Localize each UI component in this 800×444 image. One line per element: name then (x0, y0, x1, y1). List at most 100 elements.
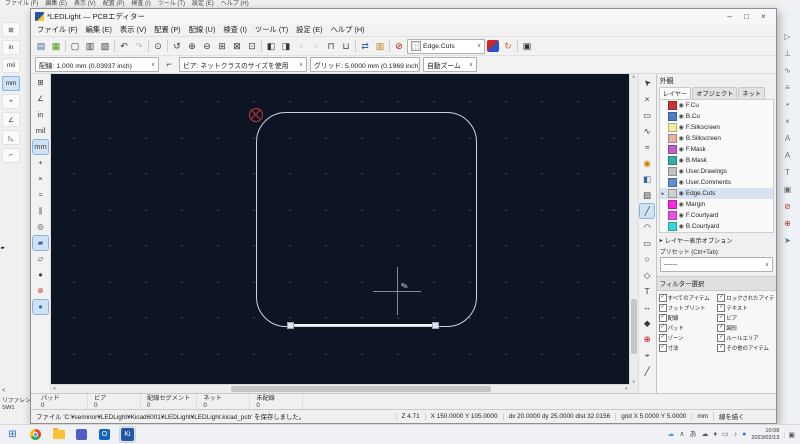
route-tracks-icon[interactable]: ∿ (640, 124, 654, 138)
layer-visibility-icon[interactable]: ◉ (679, 223, 684, 230)
refresh-icon[interactable]: ↺ (170, 39, 184, 53)
layer-visibility-icon[interactable]: ◉ (679, 212, 684, 219)
menu-item[interactable]: ヘルプ (H) (327, 25, 369, 35)
grid-origin-icon[interactable]: ⌖ (640, 348, 654, 362)
layer-row[interactable]: ▸ ◉ B.Mask (660, 155, 773, 166)
filter-checkbox-item[interactable]: ✓ 寸法 (659, 343, 716, 352)
undo-icon[interactable]: ↶ (117, 39, 131, 53)
full-crosshair-icon[interactable]: + (33, 156, 48, 170)
layer-color-swatch[interactable] (668, 178, 677, 187)
back-units-mm-icon[interactable]: mm (2, 76, 20, 91)
layer-visibility-icon[interactable]: ◉ (679, 113, 684, 120)
background-menu-item[interactable]: 表示 (V) (71, 0, 99, 8)
layer-color-swatch[interactable] (668, 112, 677, 121)
schematic-opamp-icon[interactable]: ▷ (784, 32, 790, 41)
schematic-image-icon[interactable]: ▣ (784, 185, 792, 194)
layer-row[interactable]: ▸ ◉ B.Silkscreen (660, 133, 773, 144)
layer-display-options[interactable]: ▸ レイヤー表示オプション (657, 233, 776, 246)
back-angle-icon[interactable]: ∠ (2, 112, 20, 127)
zoom-fit-page-icon[interactable]: ⊞ (215, 39, 229, 53)
via-outline-icon[interactable]: ◎ (33, 220, 48, 234)
layer-color-swatch[interactable] (668, 123, 677, 132)
menu-item[interactable]: 配置 (P) (150, 25, 184, 35)
background-menu-item[interactable]: 配置 (P) (100, 0, 128, 8)
mic-icon[interactable]: ♦ (713, 431, 717, 438)
add-footprint-icon[interactable]: ◧ (640, 172, 654, 186)
back-grid-icon[interactable]: ⊞ (2, 22, 20, 37)
ratsnest-visibility-icon[interactable]: × (33, 172, 48, 186)
menu-item[interactable]: 設定 (E) (292, 25, 326, 35)
measure-tool-icon[interactable]: ╱ (640, 364, 654, 378)
page-settings-icon[interactable]: ▢ (68, 39, 82, 53)
layer-visibility-icon[interactable]: ◉ (679, 102, 684, 109)
add-zone-icon[interactable]: ▨ (640, 188, 654, 202)
layer-visibility-icon[interactable]: ◉ (679, 157, 684, 164)
plot-icon[interactable]: ▧ (98, 39, 112, 53)
tune-length-icon[interactable]: ≈ (640, 140, 654, 154)
background-menu-item[interactable]: 編集 (E) (42, 0, 70, 8)
filter-checkbox-item[interactable]: ✓ 配線 (659, 313, 716, 322)
back-triangle-icon[interactable]: ◺ (2, 130, 20, 145)
layer-color-swatch[interactable] (668, 211, 677, 220)
checkbox-icon[interactable]: ✓ (659, 314, 667, 322)
schematic-hierlabel-icon[interactable]: A (785, 151, 790, 160)
footprint-filter-icon[interactable]: ▭ (640, 108, 654, 122)
local-ratsnest-icon[interactable]: × (640, 92, 654, 106)
pad-outline-icon[interactable]: ● (33, 268, 48, 282)
hide-inactive-layers-icon[interactable]: ⊘ (392, 39, 406, 53)
layer-color-swatch[interactable] (668, 156, 677, 165)
layer-row[interactable]: ▸ ◉ F.Cu (660, 100, 773, 111)
filter-checkbox-item[interactable]: ✓ 図形 (717, 323, 774, 332)
weather-icon[interactable]: ☁ (667, 431, 674, 438)
layer-color-swatch[interactable] (668, 189, 677, 198)
minimize-button[interactable]: – (721, 9, 738, 24)
checkbox-icon[interactable]: ✓ (717, 334, 725, 342)
start-button[interactable]: ⊞ (5, 427, 20, 442)
layer-row[interactable]: ▸ ◉ F.Silkscreen (660, 122, 773, 133)
background-menu-item[interactable]: ヘルプ (H) (218, 0, 252, 8)
schematic-bus-icon[interactable]: ≡ (785, 83, 790, 92)
draw-polygon-icon[interactable]: ◇ (640, 268, 654, 282)
background-scroll-left-arrow[interactable]: < (2, 388, 6, 394)
chrome-icon[interactable] (28, 427, 43, 442)
track-posture-icon[interactable]: ⌐ (162, 58, 176, 72)
menu-item[interactable]: 表示 (V) (116, 25, 150, 35)
schematic-erc-icon[interactable]: ⊘ (784, 202, 791, 211)
taskbar-clock[interactable]: 10:08 2023/02/13 (751, 428, 779, 441)
filter-checkbox-item[interactable]: ✓ その他のアイテム (717, 343, 774, 352)
draw-line-icon[interactable]: ╱ (640, 204, 654, 218)
select-tool-icon[interactable]: ➤ (637, 73, 657, 93)
schematic-power-icon[interactable]: ⊥ (784, 49, 791, 58)
preset-selector[interactable]: ------ ∨ (660, 257, 773, 272)
edge-cuts-segment[interactable] (290, 324, 435, 326)
layer-color-swatch[interactable] (668, 145, 677, 154)
mirror-board-icon[interactable]: ◨ (279, 39, 293, 53)
outlook-icon[interactable]: O (97, 427, 112, 442)
back-units-mils-icon[interactable]: mil (2, 58, 20, 73)
scroll-right-icon[interactable]: > (625, 386, 628, 392)
close-button[interactable]: × (755, 9, 772, 24)
schematic-cursor-icon[interactable]: ➤ (784, 236, 791, 245)
track-outline-icon[interactable]: ∥ (33, 204, 48, 218)
layer-color-swatch[interactable] (668, 167, 677, 176)
tab-layers[interactable]: レイヤー (659, 87, 692, 99)
print-icon[interactable]: ▥ (83, 39, 97, 53)
background-menu-item[interactable]: ファイル (F) (2, 0, 41, 8)
menu-item[interactable]: 配線 (U) (185, 25, 220, 35)
find-icon[interactable]: ⊙ (151, 39, 165, 53)
speaker-icon[interactable]: ♪ (734, 431, 738, 438)
back-crosshair-icon[interactable]: + (2, 94, 20, 109)
layer-row[interactable]: ▸ ◉ B.Cu (660, 111, 773, 122)
scroll-up-icon[interactable]: ∧ (632, 74, 635, 80)
scripting-console-icon[interactable]: ▣ (520, 39, 534, 53)
checkbox-icon[interactable]: ✓ (659, 344, 667, 352)
track-width-selector[interactable]: 配線: 1.000 mm (0.03937 inch) ∨ (35, 57, 159, 72)
layer-row[interactable]: ▸ ◉ Edge.Cuts (660, 188, 773, 199)
teams-icon[interactable] (74, 427, 89, 442)
chat-icon[interactable]: ▭ (722, 431, 729, 438)
filter-checkbox-item[interactable]: ✓ パッド (659, 323, 716, 332)
vertical-scroll-thumb[interactable] (631, 299, 637, 354)
layer-row[interactable]: ▸ ◉ User.Comments (660, 177, 773, 188)
filter-checkbox-item[interactable]: ✓ フットプリント (659, 303, 716, 312)
delete-tool-icon[interactable]: ◆ (640, 316, 654, 330)
